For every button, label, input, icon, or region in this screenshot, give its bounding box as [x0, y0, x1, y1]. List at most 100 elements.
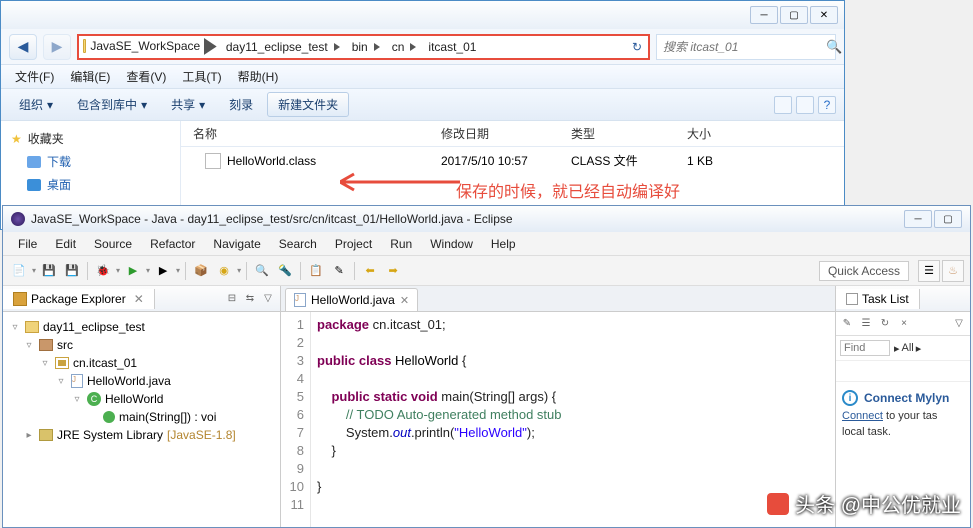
toggle-breadcrumb-button[interactable]: 📋: [306, 261, 326, 281]
menu-run[interactable]: Run: [381, 235, 421, 253]
tree-method[interactable]: main(String[]) : voi: [7, 408, 276, 426]
eclipse-minimize-button[interactable]: ─: [904, 210, 932, 228]
search-box[interactable]: 🔍: [656, 34, 836, 60]
close-tab-icon[interactable]: ✕: [400, 294, 409, 307]
all-filter[interactable]: ▸ All ▸: [894, 340, 921, 356]
new-class-button[interactable]: ◉: [214, 261, 234, 281]
task-list-icon: [846, 293, 858, 305]
task-menu-button[interactable]: ▽: [951, 316, 967, 332]
menu-help[interactable]: Help: [482, 235, 525, 253]
task-refresh-button[interactable]: ↻: [877, 316, 893, 332]
menu-source[interactable]: Source: [85, 235, 141, 253]
tree-project[interactable]: ▿day11_eclipse_test: [7, 318, 276, 336]
java-perspective-button[interactable]: ♨: [942, 260, 964, 282]
task-list-tab[interactable]: Task List: [836, 289, 920, 309]
search-input[interactable]: [663, 40, 820, 54]
save-button[interactable]: 💾: [39, 261, 59, 281]
header-name[interactable]: 名称: [181, 125, 441, 142]
sidebar-desktop[interactable]: 桌面: [5, 173, 176, 196]
view-mode-button[interactable]: [774, 96, 792, 114]
tree-class[interactable]: ▿CHelloWorld: [7, 390, 276, 408]
editor-tab[interactable]: HelloWorld.java ✕: [285, 288, 418, 311]
menu-window[interactable]: Window: [421, 235, 482, 253]
tree-java-file[interactable]: ▿HelloWorld.java: [7, 372, 276, 390]
package-icon: [55, 357, 69, 369]
quick-access[interactable]: Quick Access: [819, 261, 909, 281]
star-icon: ★: [11, 132, 22, 146]
burn-button[interactable]: 刻录: [219, 93, 263, 116]
new-package-button[interactable]: 📦: [191, 261, 211, 281]
header-type[interactable]: 类型: [571, 125, 687, 142]
code-editor[interactable]: 1234567891011 package cn.itcast_01; publ…: [281, 312, 835, 527]
task-toolbar: ✎ ☰ ↻ × ▽: [836, 312, 970, 336]
view-menu-button[interactable]: ▽: [260, 291, 276, 307]
debug-button[interactable]: 🐞: [93, 261, 113, 281]
help-icon[interactable]: ?: [818, 96, 836, 114]
package-explorer-icon: [13, 292, 27, 306]
crumb-1[interactable]: day11_eclipse_test: [226, 40, 328, 54]
find-input[interactable]: [840, 340, 890, 356]
favorites-header[interactable]: ★收藏夹: [5, 127, 176, 150]
new-task-button[interactable]: ✎: [839, 316, 855, 332]
menu-search[interactable]: Search: [270, 235, 326, 253]
menu-edit[interactable]: Edit: [46, 235, 85, 253]
menu-project[interactable]: Project: [326, 235, 381, 253]
newfolder-button[interactable]: 新建文件夹: [267, 92, 349, 117]
open-type-button[interactable]: 🔍: [252, 261, 272, 281]
forward-button[interactable]: ▶: [43, 34, 71, 60]
menu-refactor[interactable]: Refactor: [141, 235, 204, 253]
menu-file[interactable]: 文件(F): [7, 66, 62, 87]
tree-src[interactable]: ▿src: [7, 336, 276, 354]
header-size[interactable]: 大小: [687, 125, 767, 142]
package-explorer-view: Package Explorer ✕ ⊟ ⇆ ▽ ▿day11_eclipse_…: [3, 286, 281, 527]
menu-edit[interactable]: 编辑(E): [62, 66, 118, 87]
address-bar[interactable]: JavaSE_WorkSpace day11_eclipse_test bin …: [77, 34, 650, 60]
back-button[interactable]: ◀: [9, 34, 37, 60]
menu-tools[interactable]: 工具(T): [174, 66, 229, 87]
collapse-all-button[interactable]: ⊟: [224, 291, 240, 307]
task-collapse-button[interactable]: ×: [896, 316, 912, 332]
include-button[interactable]: 包含到库中 ▾: [67, 93, 157, 116]
refresh-button[interactable]: ↻: [626, 40, 648, 54]
menu-view[interactable]: 查看(V): [118, 66, 174, 87]
minimize-button[interactable]: ─: [750, 6, 778, 24]
task-category-button[interactable]: ☰: [858, 316, 874, 332]
run-last-button[interactable]: ▶: [153, 261, 173, 281]
eclipse-maximize-button[interactable]: ▢: [934, 210, 962, 228]
annotation-arrow: [340, 170, 460, 199]
tree-package[interactable]: ▿cn.itcast_01: [7, 354, 276, 372]
run-button[interactable]: ▶: [123, 261, 143, 281]
preview-pane-button[interactable]: [796, 96, 814, 114]
java-file-icon: [294, 293, 306, 307]
save-all-button[interactable]: 💾: [62, 261, 82, 281]
crumb-2[interactable]: bin: [352, 40, 368, 54]
watermark-logo-icon: [767, 493, 789, 515]
tree-jre[interactable]: ▸JRE System Library [JavaSE-1.8]: [7, 426, 276, 444]
organize-button[interactable]: 组织 ▾: [9, 93, 63, 116]
close-button[interactable]: ✕: [810, 6, 838, 24]
search-icon[interactable]: 🔍: [826, 39, 842, 55]
share-button[interactable]: 共享 ▾: [161, 93, 215, 116]
header-modified[interactable]: 修改日期: [441, 125, 571, 142]
package-explorer-tab[interactable]: Package Explorer ✕: [3, 289, 155, 309]
maximize-button[interactable]: ▢: [780, 6, 808, 24]
file-row[interactable]: HelloWorld.class 2017/5/10 10:57 CLASS 文…: [181, 147, 844, 174]
new-button[interactable]: 📄: [9, 261, 29, 281]
menu-file[interactable]: File: [9, 235, 46, 253]
sidebar-downloads[interactable]: 下载: [5, 150, 176, 173]
menu-navigate[interactable]: Navigate: [204, 235, 269, 253]
search-button[interactable]: 🔦: [275, 261, 295, 281]
mark-occurrences-button[interactable]: ✎: [329, 261, 349, 281]
crumb-root[interactable]: JavaSE_WorkSpace: [90, 39, 200, 53]
folder-icon: [83, 39, 86, 53]
mylyn-connect-link[interactable]: Connect: [842, 410, 883, 422]
code-content[interactable]: package cn.itcast_01; public class Hello…: [311, 312, 835, 527]
crumb-3[interactable]: cn: [392, 40, 405, 54]
nav-back-button[interactable]: ⬅: [360, 261, 380, 281]
menu-help[interactable]: 帮助(H): [230, 66, 287, 87]
link-editor-button[interactable]: ⇆: [242, 291, 258, 307]
nav-forward-button[interactable]: ➡: [383, 261, 403, 281]
perspective-button[interactable]: ☰: [918, 260, 940, 282]
class-icon: C: [87, 392, 101, 406]
crumb-4[interactable]: itcast_01: [428, 40, 476, 54]
